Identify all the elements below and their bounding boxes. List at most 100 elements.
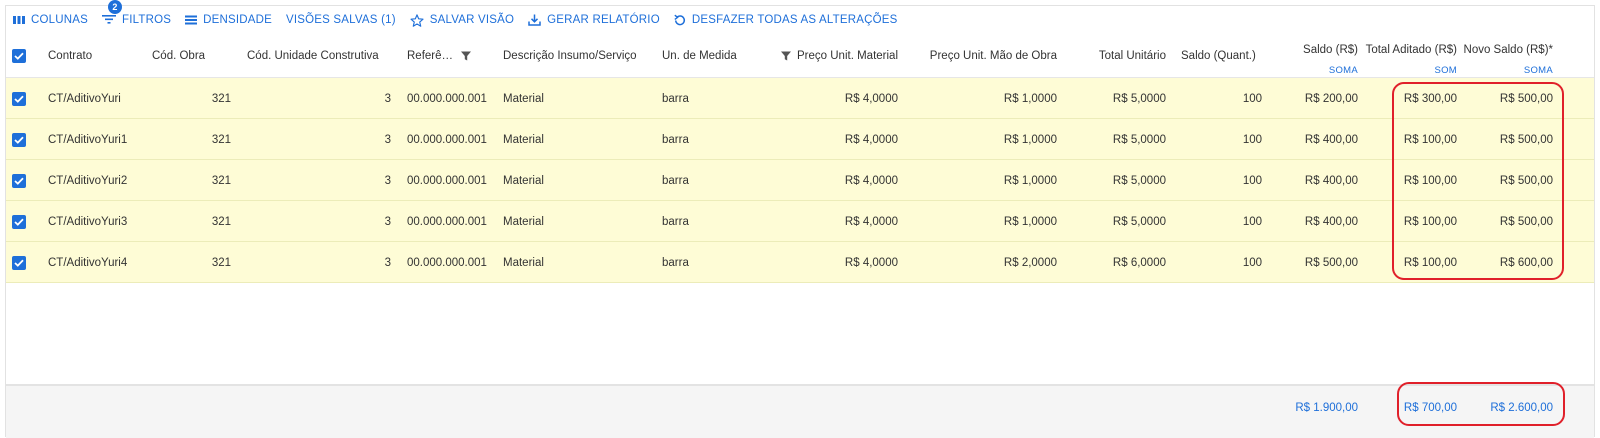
- cell-cod-obra[interactable]: 321: [152, 78, 231, 119]
- cell-novo-saldo[interactable]: R$ 500,00: [1462, 160, 1553, 201]
- cell-descricao[interactable]: Material: [503, 201, 603, 242]
- row-checkbox[interactable]: [12, 160, 26, 201]
- col-header-un-medida[interactable]: Un. de Medida: [662, 34, 762, 78]
- cell-total-unitario[interactable]: R$ 5,0000: [1069, 78, 1166, 119]
- col-header-cod-unidade[interactable]: Cód. Unidade Construtiva: [247, 34, 397, 78]
- col-header-total-unitario[interactable]: Total Unitário: [1069, 34, 1166, 78]
- col-header-saldo-rs[interactable]: Saldo (R$) SOMA: [1276, 34, 1358, 78]
- cell-referencia[interactable]: 00.000.000.001: [407, 201, 499, 242]
- cell-novo-saldo[interactable]: R$ 500,00: [1462, 119, 1553, 160]
- table-row[interactable]: CT/AditivoYuri4 321 3 00.000.000.001 Materia…: [6, 242, 1594, 283]
- cell-un-medida[interactable]: barra: [662, 160, 762, 201]
- cell-total-aditado[interactable]: R$ 100,00: [1364, 242, 1457, 283]
- cell-descricao[interactable]: Material: [503, 160, 603, 201]
- save-view-button[interactable]: SALVAR VISÃO: [410, 13, 514, 27]
- cell-un-medida[interactable]: barra: [662, 78, 762, 119]
- cell-referencia[interactable]: 00.000.000.001: [407, 119, 499, 160]
- col-header-saldo-quant[interactable]: Saldo (Quant.): [1181, 34, 1266, 78]
- table-row[interactable]: CT/AditivoYuri2 321 3 00.000.000.001 Materia…: [6, 160, 1594, 201]
- cell-preco-mao-obra[interactable]: R$ 1,0000: [906, 78, 1057, 119]
- cell-saldo-quant[interactable]: 100: [1181, 201, 1262, 242]
- cell-contrato[interactable]: CT/AditivoYuri1: [48, 119, 148, 160]
- cell-cod-unidade[interactable]: 3: [247, 78, 391, 119]
- cell-un-medida[interactable]: barra: [662, 242, 762, 283]
- cell-novo-saldo[interactable]: R$ 600,00: [1462, 242, 1553, 283]
- table-row[interactable]: CT/AditivoYuri1 321 3 00.000.000.001 Materia…: [6, 119, 1594, 160]
- filter-funnel-icon[interactable]: [781, 51, 792, 61]
- cell-total-unitario[interactable]: R$ 5,0000: [1069, 160, 1166, 201]
- cell-total-aditado[interactable]: R$ 100,00: [1364, 119, 1457, 160]
- cell-descricao[interactable]: Material: [503, 119, 603, 160]
- cell-referencia[interactable]: 00.000.000.001: [407, 78, 499, 119]
- cell-cod-unidade[interactable]: 3: [247, 201, 391, 242]
- cell-saldo-quant[interactable]: 100: [1181, 119, 1262, 160]
- cell-referencia[interactable]: 00.000.000.001: [407, 242, 499, 283]
- cell-preco-material[interactable]: R$ 4,0000: [766, 78, 898, 119]
- cell-cod-obra[interactable]: 321: [152, 160, 231, 201]
- cell-saldo-quant[interactable]: 100: [1181, 242, 1262, 283]
- cell-preco-material[interactable]: R$ 4,0000: [766, 160, 898, 201]
- cell-total-unitario[interactable]: R$ 5,0000: [1069, 119, 1166, 160]
- cell-contrato[interactable]: CT/AditivoYuri4: [48, 242, 148, 283]
- checkbox-checked-icon: [12, 255, 26, 270]
- cell-contrato[interactable]: CT/AditivoYuri3: [48, 201, 148, 242]
- col-header-novo-saldo[interactable]: Novo Saldo (R$)* SOMA: [1462, 34, 1553, 78]
- columns-button[interactable]: COLUNAS: [13, 14, 88, 26]
- cell-cod-obra[interactable]: 321: [152, 201, 231, 242]
- cell-descricao[interactable]: Material: [503, 242, 603, 283]
- cell-preco-mao-obra[interactable]: R$ 1,0000: [906, 119, 1057, 160]
- table-row[interactable]: CT/AditivoYuri 321 3 00.000.000.001 Material…: [6, 78, 1594, 119]
- cell-saldo-rs[interactable]: R$ 400,00: [1276, 160, 1358, 201]
- cell-preco-material[interactable]: R$ 4,0000: [766, 119, 898, 160]
- cell-total-unitario[interactable]: R$ 6,0000: [1069, 242, 1166, 283]
- cell-total-aditado[interactable]: R$ 100,00: [1364, 201, 1457, 242]
- col-header-cod-obra[interactable]: Cód. Obra: [152, 34, 232, 78]
- col-header-preco-material[interactable]: Preço Unit. Material: [766, 34, 898, 78]
- cell-saldo-rs[interactable]: R$ 200,00: [1276, 78, 1358, 119]
- cell-cod-unidade[interactable]: 3: [247, 160, 391, 201]
- cell-saldo-rs[interactable]: R$ 400,00: [1276, 119, 1358, 160]
- checkbox-checked-icon: [12, 173, 26, 188]
- row-checkbox[interactable]: [12, 201, 26, 242]
- cell-un-medida[interactable]: barra: [662, 119, 762, 160]
- col-header-total-aditado[interactable]: Total Aditado (R$) SOM: [1364, 34, 1457, 78]
- cell-saldo-quant[interactable]: 100: [1181, 78, 1262, 119]
- col-header-descricao[interactable]: Descrição Insumo/Serviço: [503, 34, 653, 78]
- filters-button[interactable]: 2 FILTROS: [102, 0, 171, 27]
- table-row[interactable]: CT/AditivoYuri3 321 3 00.000.000.001 Materia…: [6, 201, 1594, 242]
- cell-saldo-rs[interactable]: R$ 500,00: [1276, 242, 1358, 283]
- col-header-contrato[interactable]: Contrato: [48, 34, 143, 78]
- row-checkbox[interactable]: [12, 242, 26, 283]
- cell-cod-obra[interactable]: 321: [152, 119, 231, 160]
- cell-cod-obra[interactable]: 321: [152, 242, 231, 283]
- cell-preco-mao-obra[interactable]: R$ 1,0000: [906, 160, 1057, 201]
- cell-descricao[interactable]: Material: [503, 78, 603, 119]
- col-header-referencia[interactable]: Referê…: [407, 34, 497, 78]
- cell-saldo-rs[interactable]: R$ 400,00: [1276, 201, 1358, 242]
- filter-funnel-icon[interactable]: [461, 51, 472, 61]
- row-checkbox[interactable]: [12, 119, 26, 160]
- density-button[interactable]: DENSIDADE: [185, 14, 272, 26]
- select-all-checkbox[interactable]: [12, 34, 26, 78]
- cell-preco-mao-obra[interactable]: R$ 1,0000: [906, 201, 1057, 242]
- cell-preco-material[interactable]: R$ 4,0000: [766, 242, 898, 283]
- cell-cod-unidade[interactable]: 3: [247, 242, 391, 283]
- row-checkbox[interactable]: [12, 78, 26, 119]
- cell-total-aditado[interactable]: R$ 100,00: [1364, 160, 1457, 201]
- undo-all-button[interactable]: DESFAZER TODAS AS ALTERAÇÕES: [674, 14, 898, 26]
- cell-cod-unidade[interactable]: 3: [247, 119, 391, 160]
- cell-preco-mao-obra[interactable]: R$ 2,0000: [906, 242, 1057, 283]
- col-header-preco-mao-obra[interactable]: Preço Unit. Mão de Obra: [906, 34, 1057, 78]
- cell-referencia[interactable]: 00.000.000.001: [407, 160, 499, 201]
- generate-report-button[interactable]: GERAR RELATÓRIO: [528, 14, 660, 26]
- cell-total-unitario[interactable]: R$ 5,0000: [1069, 201, 1166, 242]
- cell-saldo-quant[interactable]: 100: [1181, 160, 1262, 201]
- saved-views-button[interactable]: VISÕES SALVAS (1): [286, 14, 396, 26]
- cell-contrato[interactable]: CT/AditivoYuri: [48, 78, 148, 119]
- cell-novo-saldo[interactable]: R$ 500,00: [1462, 201, 1553, 242]
- cell-novo-saldo[interactable]: R$ 500,00: [1462, 78, 1553, 119]
- cell-un-medida[interactable]: barra: [662, 201, 762, 242]
- cell-contrato[interactable]: CT/AditivoYuri2: [48, 160, 148, 201]
- cell-preco-material[interactable]: R$ 4,0000: [766, 201, 898, 242]
- cell-total-aditado[interactable]: R$ 300,00: [1364, 78, 1457, 119]
